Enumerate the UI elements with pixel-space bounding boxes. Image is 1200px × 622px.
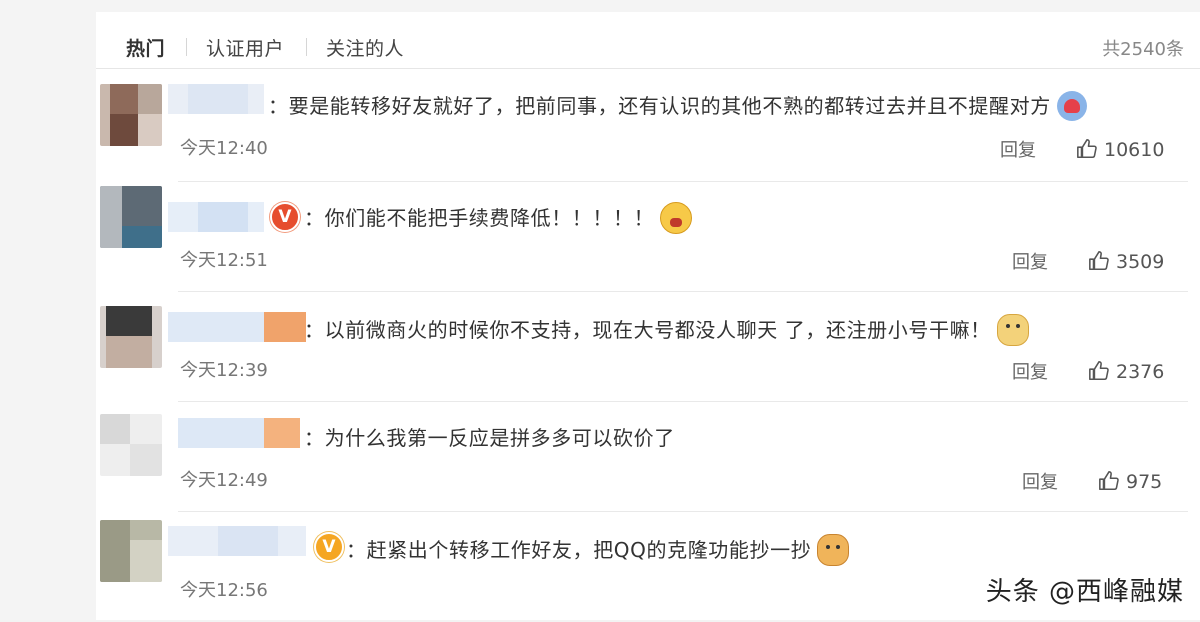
comment-time: 今天12:40 [180,138,268,159]
comment-body: 赶紧出个转移工作好友，把QQ的克隆功能抄一抄 [366,538,812,562]
comment-count: 共2540条 [1102,39,1184,60]
comment-colon: ： [346,538,367,562]
username-blurred[interactable] [168,312,306,342]
reply-button[interactable]: 回复 [1022,468,1058,494]
comment-colon: ： [304,426,325,450]
like-button[interactable]: 3509 [1088,250,1164,273]
verified-badge: V [314,532,344,562]
tab-divider [186,38,187,56]
verified-badge: V [270,202,300,232]
heart-emoji-icon [1056,90,1087,121]
username-blurred[interactable] [168,526,306,556]
angry-emoji-icon [660,201,693,234]
comment-text: ：以前微商火的时候你不支持，现在大号都没人聊天 了，还注册小号干嘛！ [304,313,1029,348]
watermark: 头条 @西峰融媒 [985,577,1184,607]
thumbs-up-icon [1077,139,1097,159]
comment-panel: 热门 认证用户 关注的人 共2540条 ：要是能转移好友就好了，把前同事，还有认… [0,0,1200,620]
like-count: 2376 [1116,361,1165,383]
like-count: 975 [1126,471,1163,493]
thumbs-up-icon [1089,251,1109,271]
username-blurred[interactable] [168,202,264,232]
comment-body: 要是能转移好友就好了，把前同事，还有认识的其他不熟的都转过去并且不提醒对方 [288,94,1051,118]
tab-divider [306,38,307,56]
top-margin [96,0,1200,12]
avatar[interactable] [100,84,162,146]
comment-item: ：以前微商火的时候你不支持，现在大号都没人聊天 了，还注册小号干嘛！ 今天12:… [0,292,1200,402]
avatar[interactable] [100,186,162,248]
comment-text: ：为什么我第一反应是拼多多可以砍价了 [304,422,675,451]
like-button[interactable]: 975 [1098,470,1162,493]
tab-hot[interactable]: 热门 [126,34,165,61]
comment-colon: ： [268,94,289,118]
thumbs-up-icon [1099,471,1119,491]
avatar[interactable] [100,520,162,582]
like-button[interactable]: 10610 [1076,138,1164,161]
comment-colon: ： [304,318,325,342]
avatar[interactable] [100,306,162,368]
comment-time: 今天12:56 [180,580,268,601]
header-divider [96,68,1200,69]
like-button[interactable]: 2376 [1088,360,1164,383]
thumbs-up-icon [1089,361,1109,381]
reply-button[interactable]: 回复 [1000,136,1036,162]
comment-body: 为什么我第一反应是拼多多可以砍价了 [324,426,675,450]
comment-text: ：你们能不能把手续费降低！！！！！ [304,201,693,236]
comment-item: ：为什么我第一反应是拼多多可以砍价了 今天12:49 回复 975 [0,402,1200,512]
reply-button[interactable]: 回复 [1012,358,1048,384]
comment-text: ：要是能转移好友就好了，把前同事，还有认识的其他不熟的都转过去并且不提醒对方 [268,90,1087,123]
like-count: 10610 [1104,139,1165,161]
comment-text: ：赶紧出个转移工作好友，把QQ的克隆功能抄一抄 [346,533,850,568]
comment-header: 热门 认证用户 关注的人 共2540条 [124,30,1184,64]
username-blurred[interactable] [178,418,300,448]
comment-time: 今天12:39 [180,360,268,381]
cat-emoji-icon [817,533,850,566]
comment-colon: ： [304,206,325,230]
comment-time: 今天12:49 [180,470,268,491]
like-count: 3509 [1116,251,1165,273]
tab-verified-users[interactable]: 认证用户 [206,34,284,61]
tab-following[interactable]: 关注的人 [326,34,404,61]
comment-body: 以前微商火的时候你不支持，现在大号都没人聊天 了，还注册小号干嘛！ [324,318,991,342]
comment-item: ：要是能转移好友就好了，把前同事，还有认识的其他不熟的都转过去并且不提醒对方 今… [0,72,1200,182]
avatar[interactable] [100,414,162,476]
comment-time: 今天12:51 [180,250,268,271]
username-blurred[interactable] [168,84,264,114]
comment-item: V ：你们能不能把手续费降低！！！！！ 今天12:51 回复 3509 [0,182,1200,292]
comment-body: 你们能不能把手续费降低！！！！！ [324,206,655,230]
reply-button[interactable]: 回复 [1012,248,1048,274]
doge-emoji-icon [996,313,1029,346]
